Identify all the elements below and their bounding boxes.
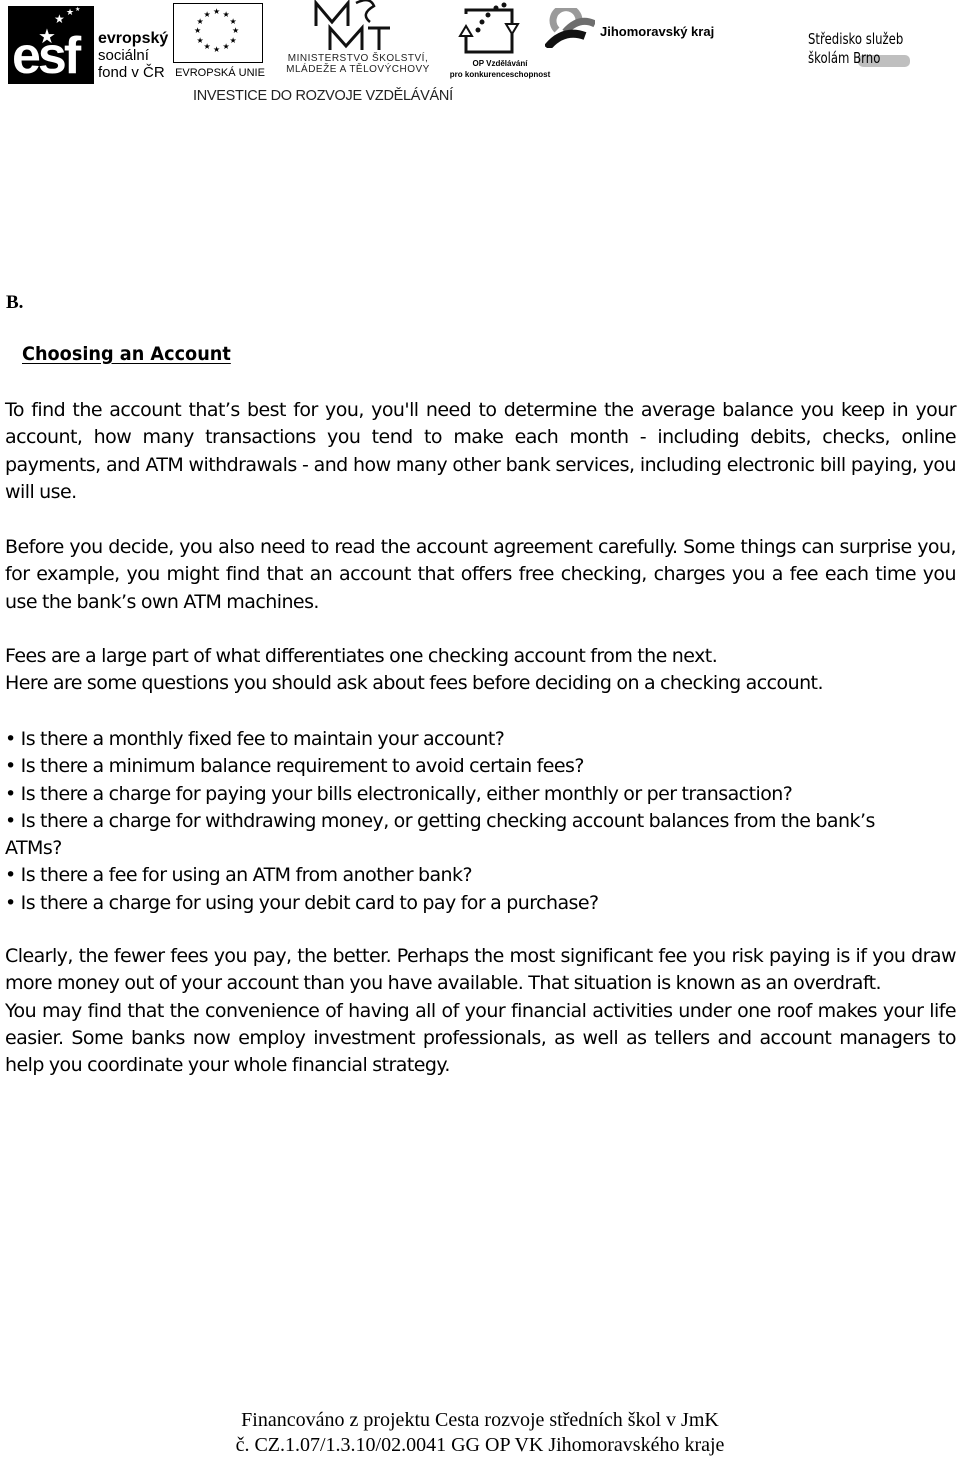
list-item: • Is there a monthly fixed fee to mainta… [5,728,505,750]
paragraph-fees: Fees are a large part of what differenti… [5,643,956,698]
list-item: • Is there a charge for withdrawing mone… [5,809,875,860]
paragraph-closing: Clearly, the fewer fees you pay, the bet… [5,943,957,1079]
esf-label-line: fond v ČR [98,64,165,81]
star-icon: ★ [66,8,75,18]
star-icon: ★ [213,7,221,16]
list-item: • Is there a fee for using an ATM from a… [5,864,473,887]
star-icon: ★ [196,16,204,26]
star-icon: ★ [229,16,237,26]
list-item-text: Is there a charge for withdrawing money,… [5,809,875,860]
eu-label: EVROPSKÁ UNIE [175,67,265,79]
list-item: • Is there a minimum balance requirement… [5,755,585,778]
list-item: • Is there a charge for using your debit… [5,891,599,914]
star-icon: ★ [232,26,240,35]
star-icon: ★ [213,45,221,54]
list-item-text: Is there a fee for using an ATM from ano… [20,864,473,887]
msmt-logo [314,0,390,50]
jihomoravsky-kraj-logo [545,8,595,48]
star-icon: ★ [194,26,202,35]
ssb-line: Středisko služeb [808,30,904,48]
paragraph-agreement: Before you decide, you also need to read… [5,536,957,613]
paragraph-overdraft: Clearly, the fewer fees you pay, the bet… [5,945,957,995]
list-item: • Is there a charge for paying your bill… [5,782,793,805]
investice-tagline: INVESTICE DO ROZVOJE VZDĚLÁVÁNÍ [193,88,453,104]
star-icon: ★ [222,42,230,52]
star-icon: ★ [196,35,204,45]
list-item-text: Is there a monthly fixed fee to maintain… [20,728,505,750]
op-vzdelavani-label: OP Vzdělávání pro konkurenceschopnost [440,58,560,80]
esf-label-line: sociální [98,47,149,64]
star-icon: ★ [203,42,211,52]
esf-label-line: evropský [98,30,169,47]
jihomoravsky-kraj-label: Jihomoravský kraj [600,24,715,39]
footer-line: Financováno z projektu Cesta rozvoje stř… [241,1409,719,1431]
footer-line: č. CZ.1.07/1.3.10/02.0041 GG OP VK Jihom… [235,1434,725,1456]
star-icon: ★ [203,9,211,19]
star-icon: ★ [75,6,81,13]
esf-mark: esf [12,27,81,85]
esf-label: evropský sociální fond v ČR [98,30,168,81]
op-label-line: pro konkurenceschopnost [449,70,551,79]
paragraph-fees-line: Here are some questions you should ask a… [5,672,824,695]
list-item-text: Is there a charge for paying your bills … [20,782,793,805]
list-item-text: Is there a minimum balance requirement t… [20,755,585,778]
op-vzdelavani-logo [458,2,520,54]
section-letter: B. [6,292,24,313]
list-item-text: Is there a charge for using your debit c… [20,891,599,914]
msmt-label-line: MINISTERSTVO ŠKOLSTVÍ, [287,53,429,64]
star-icon: ★ [229,35,237,45]
op-label-line: OP Vzdělávání [472,59,528,68]
paragraph-convenience: You may find that the convenience of hav… [5,999,957,1077]
funding-footer: Financováno z projektu Cesta rozvoje stř… [0,1408,960,1458]
paragraph-fees-line: Fees are a large part of what differenti… [5,645,718,667]
paragraph-intro: To find the account that’s best for you,… [5,399,957,503]
msmt-label: MINISTERSTVO ŠKOLSTVÍ, MLÁDEŽE A TĚLOVÝC… [278,53,438,75]
fee-questions-list: • Is there a monthly fixed fee to mainta… [5,726,956,917]
star-icon: ★ [54,12,65,26]
stredisko-sluzeb-logo: Středisko služeb školám Brno [808,30,903,68]
section-title: Choosing an Account [22,343,231,365]
ssb-line: školám Brno [808,49,881,67]
eu-flag-logo: ★ ★ ★ ★ ★ ★ ★ ★ ★ ★ ★ ★ [173,3,263,63]
msmt-label-line: MLÁDEŽE A TĚLOVÝCHOVY [286,64,430,75]
